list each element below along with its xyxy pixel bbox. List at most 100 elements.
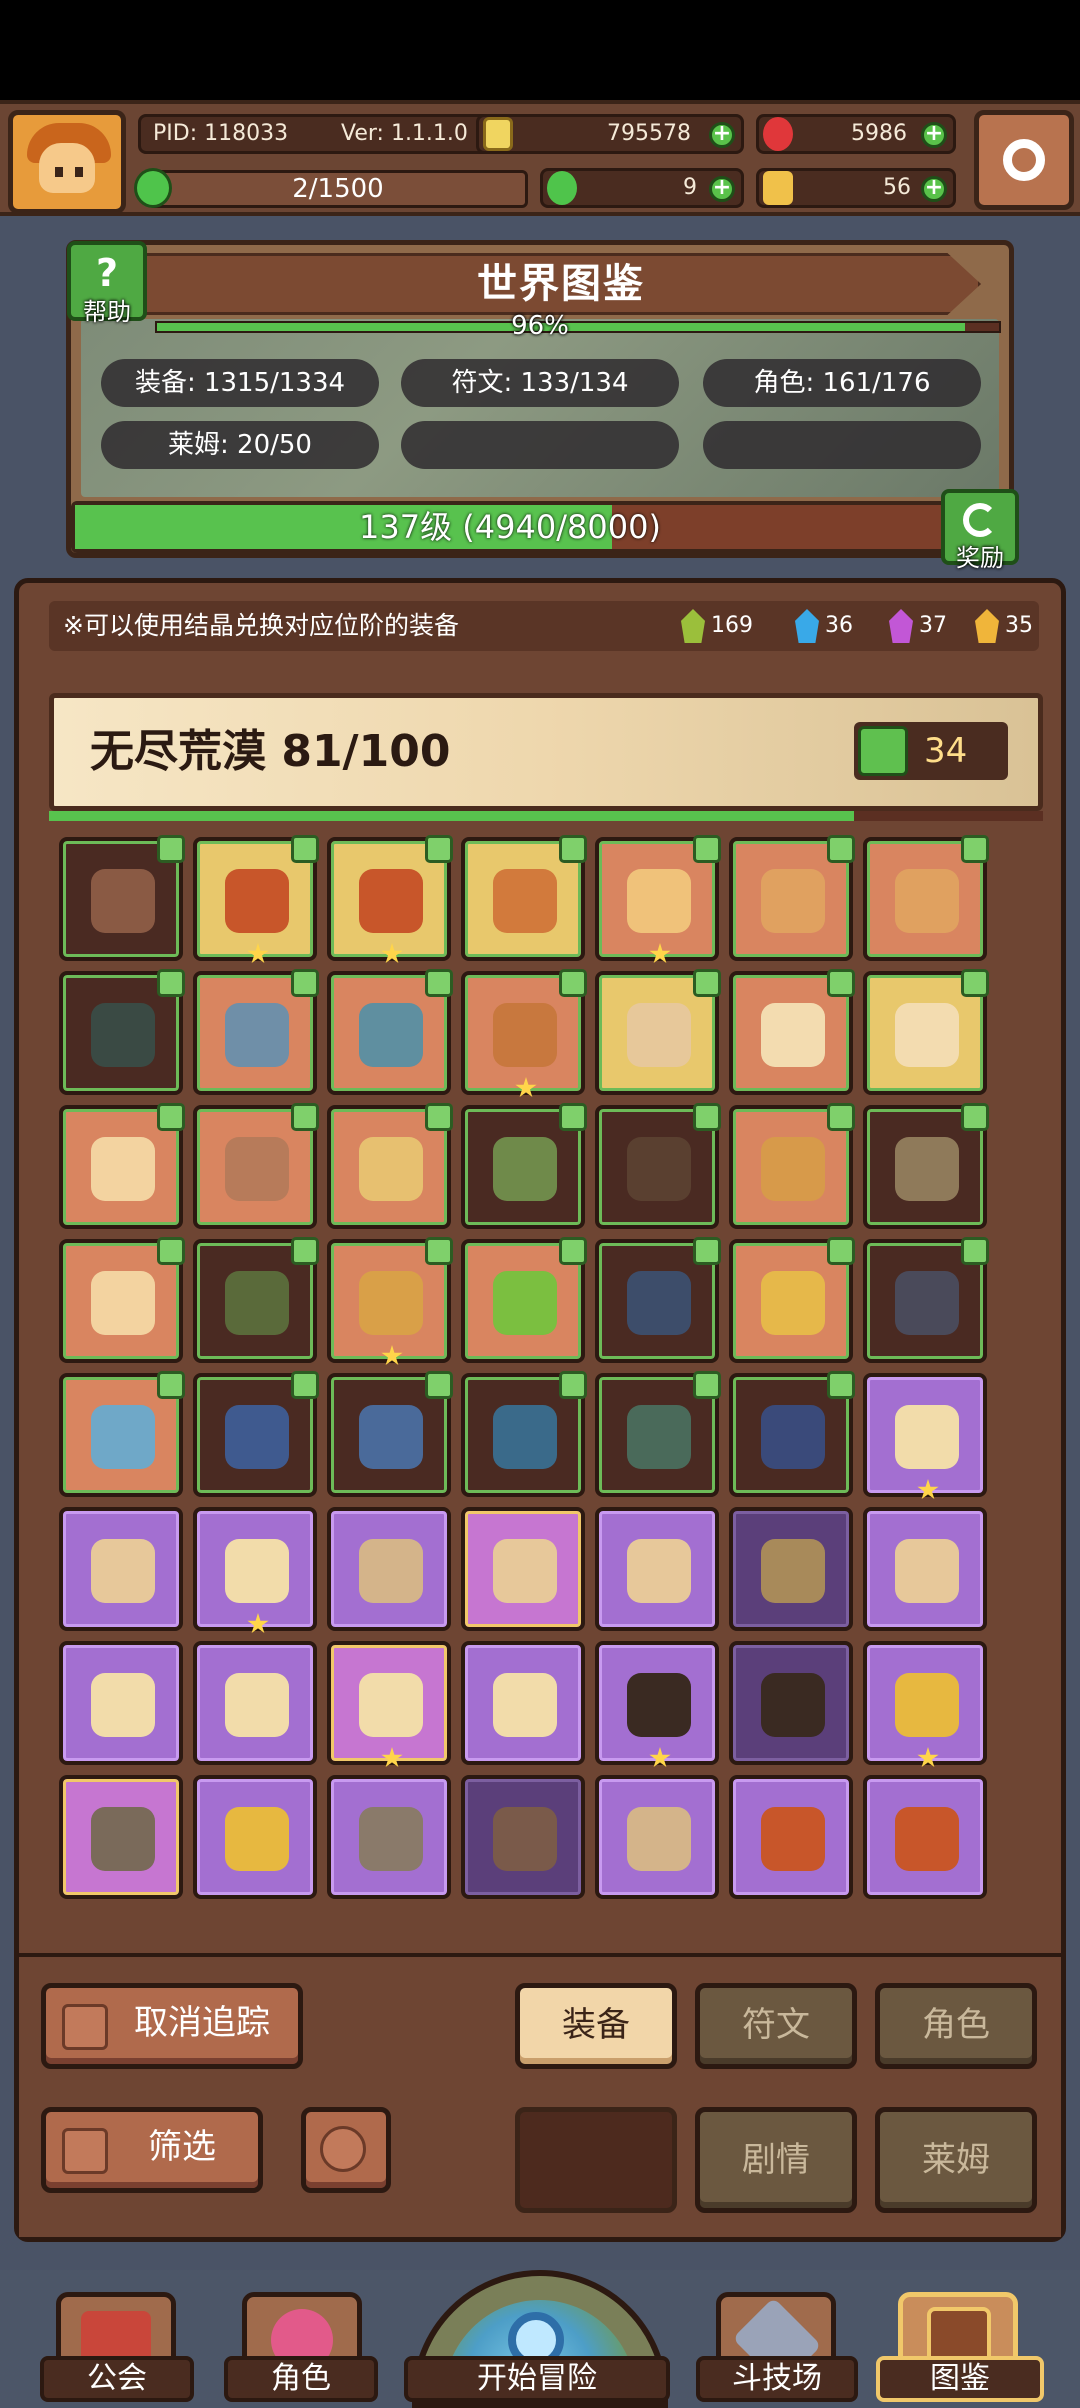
- equipment-slot[interactable]: [595, 1103, 721, 1229]
- equipment-slot[interactable]: [193, 1371, 319, 1497]
- equipment-slot[interactable]: [59, 1237, 185, 1363]
- equipment-slot[interactable]: [729, 1237, 855, 1363]
- equipment-slot[interactable]: [595, 1371, 721, 1497]
- equipment-slot[interactable]: [461, 1103, 587, 1229]
- equipment-slot[interactable]: [59, 969, 185, 1095]
- equipment-slot[interactable]: [327, 1775, 451, 1899]
- add-gems-button[interactable]: +: [921, 122, 947, 148]
- star-icon: [917, 1479, 939, 1500]
- equipment-slot[interactable]: [193, 835, 319, 964]
- equipment-slot[interactable]: [327, 1641, 451, 1768]
- equipment-slot[interactable]: [863, 1641, 987, 1768]
- tracked-thumb-icon: [291, 835, 319, 863]
- equipment-slot[interactable]: [729, 1775, 853, 1899]
- green-crystal-count: 169: [711, 613, 753, 638]
- like-button[interactable]: 34: [854, 722, 1008, 780]
- equipment-slot[interactable]: [193, 1103, 319, 1229]
- start-adventure-label[interactable]: 开始冒险: [404, 2356, 670, 2402]
- equipment-slot[interactable]: [595, 969, 721, 1095]
- blue-crystal-count: 36: [825, 613, 853, 638]
- tracked-thumb-icon: [961, 969, 989, 997]
- boots-icon: [627, 1539, 691, 1603]
- equipment-slot[interactable]: [461, 1507, 585, 1631]
- equipment-slot[interactable]: [193, 1237, 319, 1363]
- equipment-slot[interactable]: [327, 1237, 453, 1366]
- equipment-slot[interactable]: [863, 1103, 989, 1229]
- reward-button[interactable]: 奖励: [941, 489, 1019, 572]
- purple-crystal-count: 37: [919, 613, 947, 638]
- equipment-slot[interactable]: [461, 835, 587, 961]
- equipment-slot[interactable]: [59, 1641, 183, 1765]
- equipment-slot[interactable]: [729, 1641, 853, 1765]
- equipment-slot[interactable]: [729, 1371, 855, 1497]
- region-progress-text: 81/100: [281, 726, 451, 777]
- tab-slime[interactable]: 莱姆: [875, 2107, 1037, 2213]
- equipment-slot[interactable]: [59, 1507, 183, 1631]
- untrack-button[interactable]: 取消追踪: [41, 1983, 303, 2069]
- equipment-slot[interactable]: [461, 969, 587, 1098]
- refresh-icon: [963, 503, 997, 537]
- nav-character-label[interactable]: 角色: [224, 2356, 378, 2402]
- gold-crystal-icon: [975, 609, 999, 643]
- equipment-slot[interactable]: [193, 1507, 317, 1634]
- atlas-level-text: 137级 (4940/8000): [359, 508, 661, 546]
- equipment-slot[interactable]: [327, 1103, 453, 1229]
- avatar-face: [39, 143, 95, 193]
- equipment-slot[interactable]: [595, 1237, 721, 1363]
- equipment-slot[interactable]: [461, 1371, 587, 1497]
- like-count: 34: [924, 731, 968, 771]
- equipment-slot[interactable]: [59, 1103, 185, 1229]
- equipment-slot[interactable]: [461, 1641, 585, 1765]
- help-button[interactable]: ? 帮助: [67, 241, 147, 326]
- refresh-button[interactable]: [301, 2107, 391, 2193]
- equipment-slot[interactable]: [461, 1775, 585, 1899]
- clover-icon: [134, 168, 172, 208]
- equipment-slot[interactable]: [863, 1373, 987, 1500]
- equipment-slot[interactable]: [327, 969, 453, 1095]
- equipment-slot[interactable]: [595, 1641, 719, 1768]
- equipment-slot[interactable]: [863, 1237, 989, 1363]
- add-gold-button[interactable]: +: [709, 122, 735, 148]
- ring-icon: [493, 1271, 557, 1335]
- add-clover-button[interactable]: +: [709, 176, 735, 202]
- equipment-slot[interactable]: [863, 835, 989, 961]
- player-avatar[interactable]: [8, 110, 126, 214]
- equipment-slot[interactable]: [327, 835, 453, 964]
- tab-equipment[interactable]: 装备: [515, 1983, 677, 2069]
- equipment-slot[interactable]: [461, 1237, 587, 1363]
- equipment-slot[interactable]: [59, 1775, 183, 1899]
- equipment-slot[interactable]: [863, 1507, 987, 1631]
- equipment-slot[interactable]: [863, 1775, 987, 1899]
- equipment-slot[interactable]: [193, 1775, 317, 1899]
- equipment-slot[interactable]: [863, 969, 989, 1095]
- equipment-slot[interactable]: [729, 1507, 853, 1631]
- equipment-slot[interactable]: [595, 1507, 719, 1631]
- nav-arena-label[interactable]: 斗技场: [696, 2356, 858, 2402]
- tracked-thumb-icon: [291, 969, 319, 997]
- tracked-thumb-icon: [291, 1103, 319, 1131]
- equipment-slot[interactable]: [327, 1507, 451, 1631]
- equipment-slot[interactable]: [729, 1103, 855, 1229]
- equipment-slot[interactable]: [193, 1641, 317, 1765]
- nav-guild-label[interactable]: 公会: [40, 2356, 194, 2402]
- equipment-slot[interactable]: [595, 1775, 719, 1899]
- necklace-icon: [359, 1003, 423, 1067]
- tab-characters[interactable]: 角色: [875, 1983, 1037, 2069]
- equipment-slot[interactable]: [729, 835, 855, 961]
- equipment-slot[interactable]: [59, 1371, 185, 1497]
- necklace-icon: [627, 1405, 691, 1469]
- equipment-slot[interactable]: [59, 835, 185, 961]
- tab-runes[interactable]: 符文: [695, 1983, 857, 2069]
- settings-button[interactable]: [974, 110, 1074, 210]
- equipment-slot[interactable]: [595, 835, 721, 964]
- equipment-slot[interactable]: [193, 969, 319, 1095]
- glove-icon: [359, 1539, 423, 1603]
- filter-button[interactable]: 筛选: [41, 2107, 263, 2193]
- add-keys-button[interactable]: +: [921, 176, 947, 202]
- stat-runes: 符文: 133/134: [401, 359, 679, 407]
- tab-story[interactable]: 剧情: [695, 2107, 857, 2213]
- version-text: Ver: 1.1.1.0: [341, 121, 468, 146]
- equipment-slot[interactable]: [327, 1371, 453, 1497]
- equipment-slot[interactable]: [729, 969, 855, 1095]
- nav-atlas-label[interactable]: 图鉴: [876, 2356, 1044, 2402]
